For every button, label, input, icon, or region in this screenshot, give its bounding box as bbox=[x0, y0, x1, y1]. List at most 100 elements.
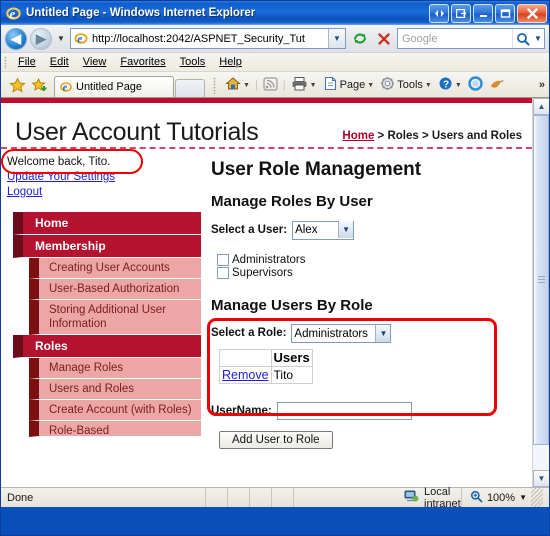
sidebar-item-storing-additional-user-information[interactable]: Storing Additional User Information bbox=[29, 300, 201, 335]
sidebar-item-role-based[interactable]: Role-Based bbox=[29, 421, 201, 437]
messenger-icon bbox=[468, 76, 483, 94]
search-provider-dropdown[interactable]: ▼ bbox=[532, 34, 544, 43]
search-input[interactable]: Google bbox=[402, 33, 512, 45]
vertical-scrollbar[interactable]: ▲ ▼ bbox=[532, 98, 549, 487]
search-box[interactable]: Google ▼ bbox=[397, 28, 545, 49]
table-header-users: Users bbox=[270, 349, 313, 367]
stop-button[interactable] bbox=[373, 28, 394, 49]
new-tab-button[interactable] bbox=[175, 79, 205, 97]
sidebar-item-user-based-authorization[interactable]: User-Based Authorization bbox=[29, 279, 201, 300]
feeds-button[interactable] bbox=[260, 76, 281, 95]
maximize-button[interactable] bbox=[495, 3, 515, 23]
select-role-dropdown[interactable]: Administrators bbox=[291, 324, 392, 343]
sidebar-item-create-account-with-roles[interactable]: Create Account (with Roles) bbox=[29, 400, 201, 421]
sidebar-item-home[interactable]: Home bbox=[13, 212, 201, 235]
zoom-caret-icon[interactable]: ▼ bbox=[519, 493, 527, 502]
browser-tab[interactable]: e Untitled Page bbox=[54, 76, 174, 97]
menu-file[interactable]: File bbox=[11, 55, 43, 69]
select-user-label: Select a User: bbox=[211, 223, 288, 236]
close-button[interactable] bbox=[517, 3, 547, 23]
checkbox-row-supervisors[interactable]: Supervisors bbox=[217, 266, 524, 279]
window-title: Untitled Page - Windows Internet Explore… bbox=[26, 7, 256, 19]
menu-tools[interactable]: Tools bbox=[173, 55, 213, 69]
checkbox-administrators[interactable] bbox=[217, 253, 229, 266]
favorites-center-icon[interactable] bbox=[6, 74, 28, 96]
select-user-wrapper[interactable]: Alex ▼ bbox=[292, 220, 355, 240]
page-content: Welcome back, Tito. Update Your Settings… bbox=[1, 149, 532, 449]
messenger-button[interactable] bbox=[465, 75, 486, 95]
breadcrumb-home-link[interactable]: Home bbox=[342, 130, 374, 142]
checkbox-row-administrators[interactable]: Administrators bbox=[217, 253, 524, 266]
tab-label: Untitled Page bbox=[76, 81, 143, 93]
home-button[interactable]: ▼ bbox=[222, 75, 253, 95]
logout-link[interactable]: Logout bbox=[7, 185, 201, 200]
restore-group-button[interactable] bbox=[429, 3, 449, 23]
menu-favorites[interactable]: Favorites bbox=[113, 55, 172, 69]
page-caret-icon[interactable]: ▼ bbox=[367, 82, 374, 89]
minimize-button[interactable] bbox=[473, 3, 493, 23]
page-menu-button[interactable]: Page ▼ bbox=[320, 75, 378, 95]
manage-users-by-role-block: Select a Role: Administrators ▼ Users Re… bbox=[207, 317, 524, 416]
address-dropdown-icon[interactable]: ▼ bbox=[328, 29, 345, 48]
menu-view-label: View bbox=[82, 56, 107, 68]
tools-menu-button[interactable]: Tools ▼ bbox=[377, 75, 435, 95]
new-window-button[interactable] bbox=[451, 3, 471, 23]
command-bar: ▼ | | ▼ Page ▼ Tools ▼ ? ▼ » bbox=[222, 75, 549, 95]
select-role-wrapper[interactable]: Administrators ▼ bbox=[291, 324, 392, 343]
sidebar-item-creating-user-accounts[interactable]: Creating User Accounts bbox=[29, 258, 201, 279]
add-user-to-role-button[interactable]: Add User to Role bbox=[219, 431, 333, 449]
toolbar-overflow-button[interactable]: » bbox=[539, 79, 545, 91]
tools-gear-icon bbox=[380, 76, 395, 94]
sidebar-item-user-based-authorization-label: User-Based Authorization bbox=[49, 283, 180, 295]
checkbox-administrators-label: Administrators bbox=[232, 253, 306, 266]
remove-user-link[interactable]: Remove bbox=[222, 368, 269, 382]
back-button[interactable]: ◀ bbox=[5, 27, 27, 50]
forward-arrow-icon: ▶ bbox=[36, 31, 46, 46]
breadcrumb: Home > Roles > Users and Roles bbox=[342, 130, 522, 145]
table-cell-user: Tito bbox=[270, 366, 313, 384]
menu-edit-label: Edit bbox=[49, 56, 69, 68]
address-input[interactable]: e http://localhost:2042/ASPNET_Security_… bbox=[70, 28, 346, 49]
menu-view[interactable]: View bbox=[76, 55, 114, 69]
zoom-level-label: 100% bbox=[486, 491, 516, 504]
select-user-dropdown[interactable]: Alex bbox=[292, 220, 355, 240]
tools-caret-icon[interactable]: ▼ bbox=[425, 82, 432, 89]
tab-favicon-icon: e bbox=[59, 80, 73, 94]
scroll-up-button[interactable]: ▲ bbox=[533, 98, 549, 115]
refresh-button[interactable] bbox=[349, 28, 370, 49]
username-label: UserName: bbox=[211, 405, 272, 417]
sidebar-item-manage-roles[interactable]: Manage Roles bbox=[29, 358, 201, 379]
bird-button[interactable] bbox=[486, 76, 508, 95]
print-caret-icon[interactable]: ▼ bbox=[310, 82, 317, 89]
checkbox-supervisors[interactable] bbox=[217, 266, 229, 279]
scrollbar-thumb[interactable] bbox=[533, 115, 549, 445]
menu-edit[interactable]: Edit bbox=[43, 55, 76, 69]
forward-button[interactable]: ▶ bbox=[30, 27, 52, 50]
scroll-down-button[interactable]: ▼ bbox=[533, 470, 549, 487]
help-button[interactable]: ? ▼ bbox=[435, 75, 465, 95]
scrollbar-track[interactable] bbox=[533, 115, 549, 470]
print-button[interactable]: ▼ bbox=[288, 75, 320, 95]
table-row: Remove Tito bbox=[219, 366, 313, 384]
resize-grip-icon[interactable] bbox=[531, 488, 543, 507]
home-caret-icon[interactable]: ▼ bbox=[243, 82, 250, 89]
history-dropdown-button[interactable]: ▼ bbox=[55, 34, 67, 43]
search-icon[interactable] bbox=[512, 29, 532, 48]
site-header: User Account Tutorials Home > Roles > Us… bbox=[1, 103, 532, 149]
help-caret-icon[interactable]: ▼ bbox=[455, 82, 462, 89]
sidebar-item-roles[interactable]: Roles bbox=[13, 335, 201, 358]
add-to-favorites-icon[interactable] bbox=[28, 74, 50, 96]
zoom-control[interactable]: 100% ▼ bbox=[460, 488, 549, 507]
breadcrumb-trail: > Roles > Users and Roles bbox=[374, 130, 522, 142]
sidebar-item-membership[interactable]: Membership bbox=[13, 235, 201, 258]
update-settings-link[interactable]: Update Your Settings bbox=[7, 170, 201, 185]
page-label: Page bbox=[339, 79, 366, 91]
security-zone[interactable]: Local intranet bbox=[293, 486, 461, 510]
sidebar-item-users-and-roles[interactable]: Users and Roles bbox=[29, 379, 201, 400]
sidebar-item-storing-additional-user-information-label: Storing Additional User Information bbox=[49, 304, 166, 330]
internet-explorer-icon: e bbox=[5, 5, 22, 22]
username-input[interactable] bbox=[276, 402, 412, 420]
help-icon: ? bbox=[438, 76, 453, 94]
svg-text:?: ? bbox=[443, 79, 449, 90]
menu-help[interactable]: Help bbox=[212, 55, 249, 69]
